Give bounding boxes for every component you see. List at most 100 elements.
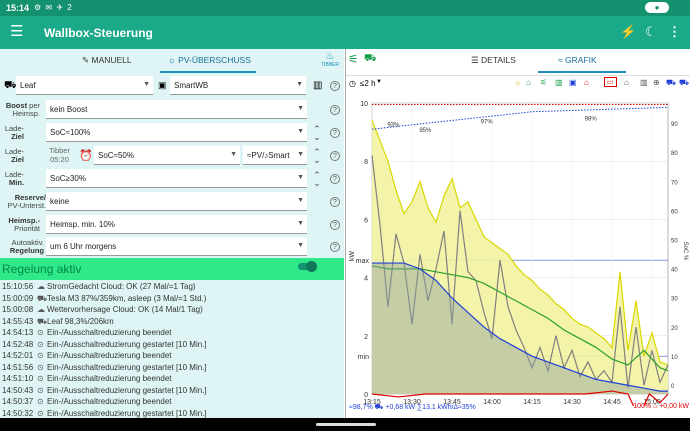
- log-entry: 14:55:43 ⛟Leaf 98,3%/206km: [0, 317, 344, 329]
- clock-icon: ◷: [349, 79, 356, 88]
- chart-line-icon: ≈: [558, 55, 566, 65]
- soc-label: 98%: [585, 116, 598, 122]
- heimspeicher-row: Heimsp.- Priorität Heimsp. min. 10% ▼ ?: [0, 215, 344, 237]
- y2-tick-label: 20: [671, 326, 678, 332]
- event-log: 15:10:56 ☁ StromGedacht Cloud: OK (27 Mal/…: [0, 282, 344, 420]
- regelung-banner: Regelung aktiv: [0, 258, 344, 280]
- autoaktivierung-select[interactable]: um 6 Uhr morgens ▼: [46, 237, 307, 256]
- reorder-stepper[interactable]: ⌃ ⌄: [312, 171, 322, 188]
- ladeziel-row: Lade- Ziel SoC≈100% ▼ ⌃ ⌄ ?: [0, 123, 344, 145]
- plug-legend-icon[interactable]: ⚟: [540, 78, 547, 87]
- time-range-select[interactable]: ≤2 h: [360, 79, 376, 88]
- reorder-stepper[interactable]: ⌃ ⌄: [312, 125, 322, 142]
- charge-mode-select[interactable]: ≈PV/♪Smart ▼: [243, 146, 307, 165]
- chevron-down-icon: ▼: [297, 197, 304, 204]
- y2-tick-label: 40: [671, 268, 678, 274]
- tab-grafik[interactable]: ≈ GRAFIK: [558, 55, 597, 65]
- toggle-knob[interactable]: [306, 261, 317, 272]
- meter-icon[interactable]: ▥: [640, 78, 648, 87]
- sun-icon: ☼: [168, 55, 179, 65]
- home-legend-icon[interactable]: ⌂: [624, 78, 629, 87]
- chevron-down-icon[interactable]: ▼: [376, 79, 382, 85]
- log-time: 14:51:10: [2, 374, 34, 383]
- help-icon[interactable]: ?: [330, 105, 340, 115]
- wallbox-select[interactable]: SmartWB ▼: [170, 76, 306, 95]
- grid-legend-icon[interactable]: ⌂: [584, 78, 589, 87]
- log-text: Tesla M3 87%/359km, asleep (3 Mal/=1 Std…: [47, 293, 207, 303]
- log-time: 15:00:08: [2, 305, 34, 314]
- soc-label: 93%: [387, 122, 400, 128]
- heimspeicher-select[interactable]: Heimsp. min. 10% ▼: [46, 215, 307, 234]
- tibber-time-label: Tibber 05:20: [49, 146, 70, 164]
- vehicle-select[interactable]: Leaf ▼: [16, 76, 153, 95]
- status-bar: 15:14 ⚙ ✉ ✈ 2 ●: [0, 0, 690, 16]
- log-time: 14:52:01: [2, 351, 34, 360]
- chevron-down-icon: ▼: [297, 151, 304, 158]
- tab-manuell[interactable]: ✎ MANUELL: [82, 55, 132, 66]
- chevron-down-icon: ▼: [230, 151, 237, 158]
- car-charging-icon: ⛟: [364, 53, 377, 64]
- threshold-label: min: [358, 354, 369, 361]
- footer-summary: ≈98,7% ⛟ +0,68 kW ∑13,1 kWh/∆≈35%: [349, 404, 476, 411]
- sun-icon[interactable]: ☼: [514, 78, 521, 87]
- autoaktivierung-row: Autoaktiv. Regelung um 6 Uhr morgens ▼ ?: [0, 237, 344, 259]
- log-entry: 15:00:08 ☁ Wettervorhersage Cloud: OK (14 …: [0, 305, 344, 317]
- tab-indicator: [160, 71, 256, 73]
- help-icon[interactable]: ?: [330, 220, 340, 230]
- chevron-down-icon: ▼: [296, 81, 303, 88]
- battery-legend-icon[interactable]: ▥: [555, 78, 563, 87]
- y-tick-label: 8: [364, 159, 368, 166]
- ladeziel-label: Lade- Ziel: [4, 147, 24, 164]
- boost-select[interactable]: kein Boost ▼: [46, 100, 307, 119]
- tab-pv-ueberschuss[interactable]: ☼ PV-ÜBERSCHUSS: [168, 55, 251, 65]
- help-icon[interactable]: ?: [330, 197, 340, 207]
- plug-icon: ⚟: [348, 52, 359, 66]
- soc-label: 95%: [419, 128, 432, 134]
- mode-tabs: ✎ MANUELL ☼ PV-ÜBERSCHUSS ♨ TIBBER: [0, 49, 344, 73]
- overflow-menu-icon[interactable]: ⋮: [668, 24, 681, 40]
- log-time: 14:54:13: [2, 328, 34, 337]
- lademin-label: Lade- Min.: [4, 170, 24, 187]
- car-legend-icon[interactable]: ⛟: [666, 78, 676, 88]
- autoaktivierung-label: Autoaktiv. Regelung: [9, 238, 44, 255]
- help-icon[interactable]: ?: [330, 128, 340, 138]
- globe-icon[interactable]: ⊕: [653, 78, 660, 87]
- log-icon: ⊙: [37, 385, 44, 395]
- battery-icon[interactable]: ▥: [313, 80, 322, 91]
- wallbox-legend-icon[interactable]: ▣: [569, 78, 577, 87]
- reserve-select[interactable]: keine ▼: [46, 192, 307, 211]
- log-icon: ⊙: [37, 339, 44, 349]
- dark-mode-icon[interactable]: ☾: [645, 24, 657, 40]
- grid-box-icon[interactable]: ▭: [604, 77, 617, 87]
- log-entry: 15:00:09 ⛟Tesla M3 87%/359km, asleep (3 M…: [0, 294, 344, 306]
- car-soc-icon[interactable]: ⛟: [679, 78, 689, 88]
- help-icon[interactable]: ?: [330, 81, 340, 91]
- hamburger-menu-icon[interactable]: ☰: [10, 24, 23, 39]
- chart-toolbar: ◷ ≤2 h ▼ ☼ ⌂ ⚟ ▥ ▣ ⌂ ▭ ⌂ ▥ ⊕ ⛟ ⛟: [346, 75, 690, 91]
- log-icon: ☁: [37, 305, 45, 314]
- log-text: Ein-/Ausschaltreduzierung beendet: [47, 397, 172, 406]
- ladeziel-select[interactable]: SoC≈100% ▼: [46, 123, 307, 142]
- help-icon[interactable]: ?: [330, 174, 340, 184]
- chevron-down-icon: ▼: [143, 81, 150, 88]
- status-time: 15:14: [6, 3, 30, 13]
- flash-icon[interactable]: ⚡: [620, 24, 636, 40]
- system-nav-bar: [0, 418, 690, 431]
- y-tick-label: 0: [364, 392, 368, 399]
- house-icon[interactable]: ⌂: [526, 78, 531, 87]
- home-handle[interactable]: [316, 423, 376, 426]
- alarm-clock-icon[interactable]: ⏰: [79, 149, 93, 162]
- log-icon: ☁: [37, 282, 45, 291]
- help-icon[interactable]: ?: [330, 242, 340, 252]
- tibber-button[interactable]: ♨ TIBBER: [318, 51, 342, 68]
- log-time: 14:55:43: [2, 316, 34, 326]
- tab-details[interactable]: ☰ DETAILS: [471, 55, 516, 66]
- list-icon: ☰: [471, 55, 481, 65]
- log-entry: 14:52:48 ⊙ Ein-/Ausschaltreduzierung gesta…: [0, 340, 344, 352]
- lademin-select[interactable]: SoC≥30% ▼: [46, 169, 307, 188]
- log-icon: ⊙: [37, 408, 44, 418]
- reorder-stepper[interactable]: ⌃ ⌄: [312, 148, 322, 165]
- help-icon[interactable]: ?: [330, 151, 340, 161]
- ladeziel-tibber-select[interactable]: SoC≈50% ▼: [94, 146, 240, 165]
- soc-label: 97%: [481, 119, 494, 125]
